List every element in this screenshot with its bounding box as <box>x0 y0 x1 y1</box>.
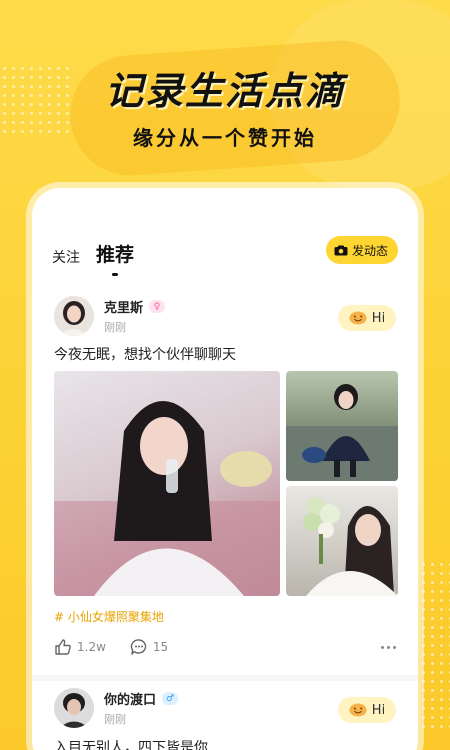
post-photo[interactable] <box>286 371 398 481</box>
feed-tabs: 关注 推荐 <box>52 240 134 276</box>
post-author[interactable]: 克里斯 ♀ 刚刚 <box>54 296 166 336</box>
post-text: 入目无别人，四下皆是你 <box>54 740 208 750</box>
post-time: 刚刚 <box>104 713 126 726</box>
tab-recommend[interactable]: 推荐 <box>96 240 134 276</box>
thumbs-up-icon <box>55 639 71 655</box>
smile-icon <box>349 311 367 325</box>
male-icon: ♂ <box>162 692 179 705</box>
smile-icon <box>349 703 367 717</box>
say-hi-label: Hi <box>371 702 386 718</box>
promo-headline: 记录生活点滴 <box>104 69 345 113</box>
female-icon: ♀ <box>149 300 166 313</box>
phone-screen: 关注 推荐 发动态 克里斯 ♀ 刚刚 Hi 今夜无眠，想找个伙伴聊聊天 # 小仙… <box>32 188 418 750</box>
avatar[interactable] <box>54 688 94 728</box>
topic-tag[interactable]: # 小仙女爆照聚集地 <box>54 608 164 625</box>
post-photo[interactable] <box>286 486 398 596</box>
post-time: 刚刚 <box>104 321 126 334</box>
post-moment-button[interactable]: 发动态 <box>325 236 398 264</box>
post-author[interactable]: 你的渡口 ♂ 刚刚 <box>54 688 179 728</box>
camera-icon <box>334 245 348 256</box>
post-text: 今夜无眠，想找个伙伴聊聊天 <box>54 347 236 363</box>
say-hi-button[interactable]: Hi <box>338 697 396 723</box>
username: 克里斯 <box>104 301 144 316</box>
say-hi-label: Hi <box>371 310 386 326</box>
avatar[interactable] <box>54 296 94 336</box>
post-divider <box>32 675 418 681</box>
username: 你的渡口 <box>104 693 157 708</box>
tab-follow[interactable]: 关注 <box>52 247 80 267</box>
comment-button[interactable]: 15 <box>130 638 168 656</box>
like-button[interactable]: 1.2w <box>54 638 106 656</box>
like-count: 1.2w <box>77 640 106 654</box>
post-actions: 1.2w 15 <box>54 638 396 656</box>
post-photo[interactable] <box>54 371 280 596</box>
more-icon[interactable] <box>381 645 396 649</box>
promo-subline: 缘分从一个赞开始 <box>133 126 317 150</box>
say-hi-button[interactable]: Hi <box>338 305 396 331</box>
comment-count: 15 <box>152 640 169 654</box>
post-moment-label: 发动态 <box>351 243 388 258</box>
comment-icon <box>130 639 147 655</box>
